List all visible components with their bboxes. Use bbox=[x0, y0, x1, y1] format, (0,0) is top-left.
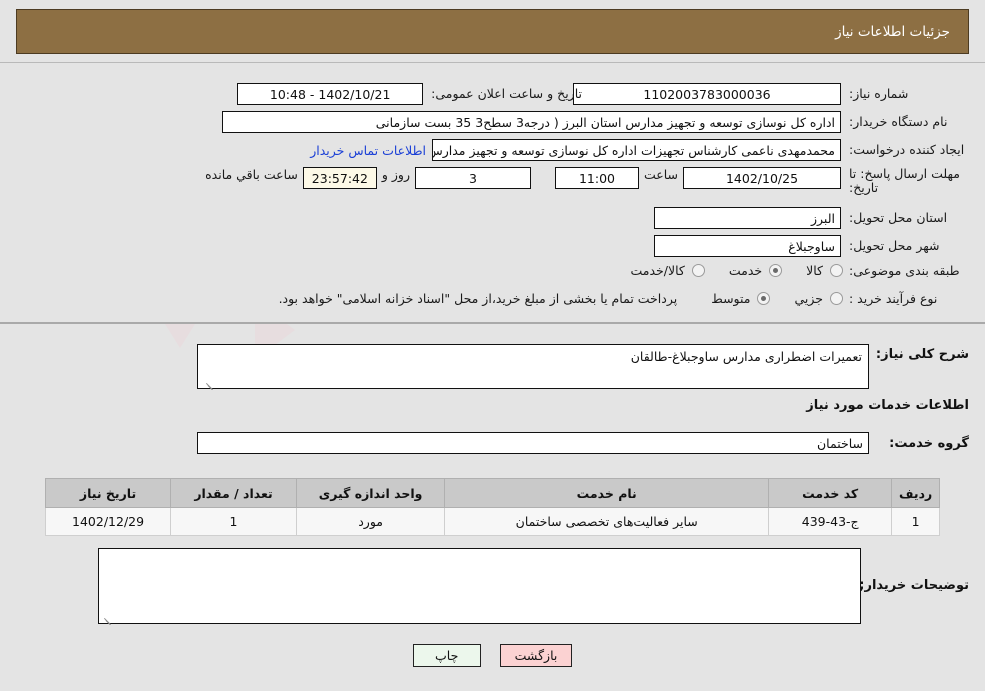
print-button[interactable]: چاپ bbox=[412, 644, 481, 667]
process-row: نوع فرآیند خرید : جزیي متوسط پرداخت تمام… bbox=[279, 291, 969, 307]
city-value: ساوجبلاغ bbox=[654, 235, 841, 257]
need-number-label: شماره نیاز: bbox=[849, 86, 909, 102]
deadline-date-value: 1402/10/25 bbox=[683, 167, 841, 189]
deadline-hour-value: 11:00 bbox=[554, 167, 639, 189]
table-header-row: ردیف کد خدمت نام خدمت واحد اندازه گیری ت… bbox=[44, 478, 940, 508]
need-summary-panel: شماره نیاز: 1102003783000036 تاریخ و ساع… bbox=[0, 62, 985, 324]
remaining-days-label: روز و bbox=[381, 167, 410, 182]
process-option-label-1: متوسط bbox=[711, 291, 751, 307]
process-option-label-0: جزیي bbox=[794, 291, 823, 307]
category-row: طبقه بندی موضوعی: کالا خدمت کالا/خدمت bbox=[616, 263, 969, 279]
buyer-org-value: اداره کل نوسازی توسعه و تجهیز مدارس استا… bbox=[222, 111, 841, 133]
service-group-label: گروه خدمت: bbox=[889, 435, 969, 451]
cell-date: 1402/12/29 bbox=[44, 507, 172, 536]
category-radio-2[interactable] bbox=[691, 264, 705, 278]
requester-value: محمدمهدی ناعمی کارشناس تجهیزات اداره کل … bbox=[432, 139, 841, 161]
buyer-contact-link[interactable]: اطلاعات تماس خریدار bbox=[304, 143, 432, 158]
category-radio-group: کالا خدمت کالا/خدمت bbox=[616, 263, 849, 278]
countdown-label: ساعت باقي مانده bbox=[205, 167, 298, 182]
service-group-value: ساختمان bbox=[197, 432, 869, 454]
category-label: طبقه بندی موضوعی: bbox=[849, 263, 960, 278]
cell-qty: 1 bbox=[170, 507, 297, 536]
services-table: ردیف کد خدمت نام خدمت واحد اندازه گیری ت… bbox=[44, 478, 940, 536]
service-group-row: گروه خدمت: ساختمان bbox=[197, 432, 969, 454]
col-unit: واحد اندازه گیری bbox=[295, 478, 446, 508]
province-row: استان محل تحویل: البرز bbox=[654, 207, 969, 229]
description-resize-handle[interactable] bbox=[205, 379, 215, 391]
col-name: نام خدمت bbox=[444, 478, 770, 508]
category-option-label-2: کالا/خدمت bbox=[630, 263, 685, 279]
cell-unit: مورد bbox=[295, 507, 446, 536]
cell-code: ج-43-439 bbox=[768, 507, 893, 536]
deadline-row: مهلت ارسال پاسخ: تا تاریخ: 1402/10/25 سا… bbox=[200, 166, 969, 196]
buyer-notes-row: توضیحات خریدار; bbox=[98, 548, 969, 624]
need-number-row: شماره نیاز: 1102003783000036 bbox=[573, 83, 969, 105]
process-radio-1[interactable] bbox=[757, 292, 771, 306]
page-header: جزئیات اطلاعات نیاز bbox=[16, 9, 969, 54]
requester-row: ایجاد کننده درخواست: محمدمهدی ناعمی کارش… bbox=[304, 139, 969, 161]
footer-actions: بازگشت چاپ bbox=[0, 644, 985, 667]
countdown-value: 23:57:42 bbox=[302, 167, 377, 189]
page-title: جزئیات اطلاعات نیاز bbox=[835, 23, 950, 40]
category-radio-1[interactable] bbox=[769, 264, 783, 278]
announce-value: 1402/10/21 - 10:48 bbox=[237, 83, 424, 105]
buyer-notes-resize-handle[interactable] bbox=[103, 614, 113, 626]
deadline-label: مهلت ارسال پاسخ: تا تاریخ: bbox=[849, 166, 960, 196]
page-root: AnaTender.net جزئیات اطلاعات نیاز شماره … bbox=[0, 0, 985, 691]
category-radio-0[interactable] bbox=[830, 264, 843, 278]
description-textarea[interactable]: تعمیرات اضطراری مدارس ساوجبلاغ-طالقان bbox=[197, 344, 869, 389]
details-panel: شرح کلی نیاز: تعمیرات اضطراری مدارس ساوج… bbox=[0, 326, 985, 636]
category-option-label-1: خدمت bbox=[728, 263, 763, 279]
col-date: تاریخ نیاز bbox=[44, 478, 172, 508]
table-row: 1 ج-43-439 سایر فعالیت‌های تخصصی ساختمان… bbox=[44, 507, 940, 536]
buyer-org-label: نام دستگاه خریدار: bbox=[849, 114, 948, 130]
deadline-hour-label: ساعت bbox=[643, 167, 678, 182]
remaining-days-value: 3 bbox=[414, 167, 531, 189]
col-qty: تعداد / مقدار bbox=[170, 478, 297, 508]
category-option-label-0: کالا bbox=[806, 263, 823, 279]
cell-row: 1 bbox=[891, 507, 940, 536]
announce-label: تاریخ و ساعت اعلان عمومی: bbox=[431, 86, 582, 102]
requester-label: ایجاد کننده درخواست: bbox=[849, 142, 965, 158]
process-radio-0[interactable] bbox=[830, 292, 843, 306]
col-code: کد خدمت bbox=[768, 478, 893, 508]
need-number-value: 1102003783000036 bbox=[573, 83, 841, 105]
services-heading: اطلاعات خدمات مورد نیاز bbox=[806, 398, 969, 413]
city-row: شهر محل تحویل: ساوجبلاغ bbox=[654, 235, 969, 257]
buyer-notes-textarea[interactable] bbox=[98, 548, 861, 624]
services-heading-row: اطلاعات خدمات مورد نیاز bbox=[806, 398, 969, 413]
buyer-org-row: نام دستگاه خریدار: اداره کل نوسازی توسعه… bbox=[222, 111, 969, 133]
payment-note: پرداخت تمام یا بخشی از مبلغ خرید،از محل … bbox=[278, 291, 678, 307]
cell-name: سایر فعالیت‌های تخصصی ساختمان bbox=[444, 507, 770, 536]
province-label: استان محل تحویل: bbox=[849, 210, 948, 226]
province-value: البرز bbox=[654, 207, 841, 229]
col-row: ردیف bbox=[891, 478, 940, 508]
back-button[interactable]: بازگشت bbox=[499, 644, 573, 667]
description-row: شرح کلی نیاز: تعمیرات اضطراری مدارس ساوج… bbox=[197, 344, 969, 389]
announce-row: تاریخ و ساعت اعلان عمومی: 1402/10/21 - 1… bbox=[237, 83, 582, 105]
description-label: شرح کلی نیاز: bbox=[875, 347, 969, 362]
process-label: نوع فرآیند خرید : bbox=[849, 291, 938, 306]
buyer-notes-label: توضیحات خریدار; bbox=[859, 578, 969, 593]
city-label: شهر محل تحویل: bbox=[849, 238, 940, 254]
process-radio-group: جزیي متوسط bbox=[697, 291, 849, 306]
